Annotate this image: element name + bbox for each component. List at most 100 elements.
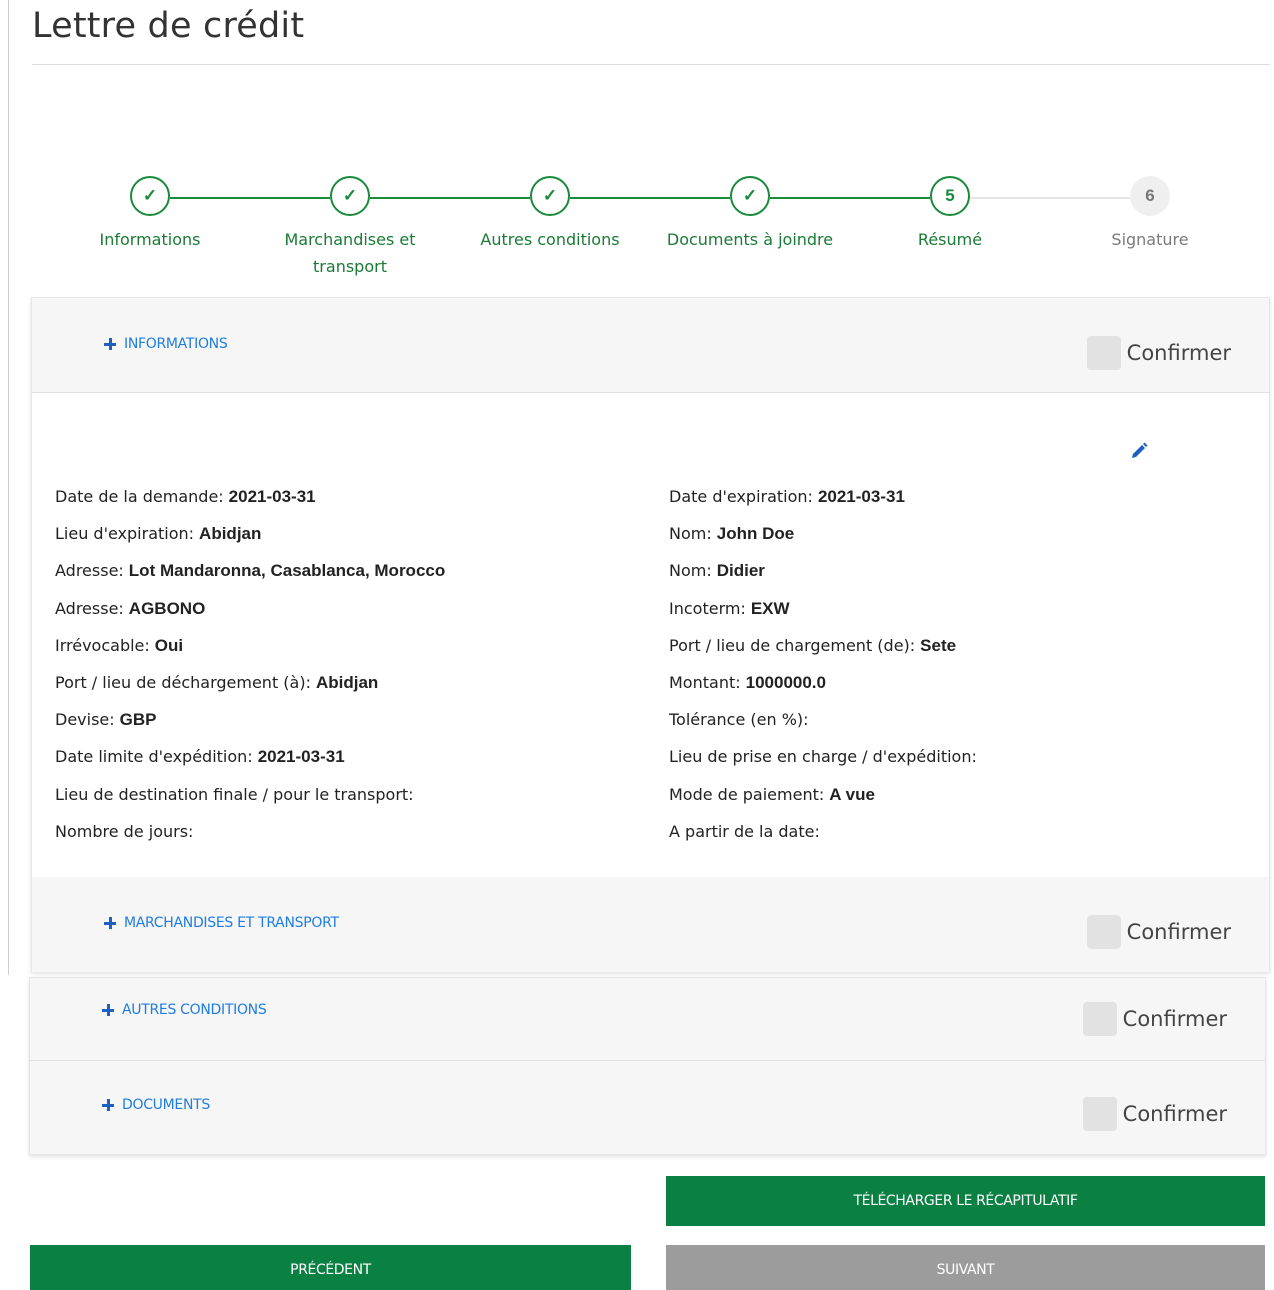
detail-row: Date de la demande: 2021-03-31 <box>55 487 445 524</box>
step-label: Documents à joindre <box>666 230 834 249</box>
step-resume[interactable]: 5 Résumé <box>850 176 1050 253</box>
plus-icon <box>102 1099 114 1111</box>
page-title: Lettre de crédit <box>32 6 305 46</box>
section-title: DOCUMENTS <box>122 1097 210 1113</box>
plus-icon <box>102 1004 114 1016</box>
detail-row: Nom: Didier <box>669 561 982 598</box>
download-summary-button[interactable]: TÉLÉCHARGER LE RÉCAPITULATIF <box>666 1176 1265 1226</box>
section-header-marchandises[interactable]: MARCHANDISES ET TRANSPORT Confirmer <box>32 877 1269 972</box>
detail-value: A vue <box>829 784 875 804</box>
section-header-autres[interactable]: AUTRES CONDITIONS Confirmer <box>30 978 1265 1061</box>
section-body-informations: Date de la demande: 2021-03-31 Lieu d'exp… <box>32 393 1269 877</box>
check-icon: ✓ <box>730 176 770 216</box>
detail-label: Date de la demande: <box>55 487 224 506</box>
detail-row: Irrévocable: Oui <box>55 636 445 673</box>
section-toggle-marchandises[interactable]: MARCHANDISES ET TRANSPORT <box>104 915 339 931</box>
confirm-checkbox-autres[interactable]: Confirmer <box>1082 1002 1227 1036</box>
detail-value: 1000000.0 <box>745 672 826 692</box>
title-divider <box>32 64 1270 65</box>
step-connector <box>170 197 330 199</box>
confirm-label: Confirmer <box>1122 1102 1227 1126</box>
detail-row: Date d'expiration: 2021-03-31 <box>669 487 982 524</box>
detail-value: Oui <box>154 635 184 655</box>
step-autres-conditions[interactable]: ✓ Autres conditions <box>450 176 650 253</box>
detail-value: 2021-03-31 <box>257 747 345 767</box>
section-toggle-informations[interactable]: INFORMATIONS <box>104 336 228 352</box>
step-connector <box>570 197 730 199</box>
checkbox[interactable] <box>1086 915 1121 949</box>
detail-label: Nom: <box>669 524 712 544</box>
detail-row: Montant: 1000000.0 <box>669 673 982 710</box>
detail-label: Port / lieu de déchargement (à): <box>55 672 311 692</box>
detail-value: Lot Mandaronna, Casablanca, Morocco <box>128 561 446 581</box>
section-toggle-documents[interactable]: DOCUMENTS <box>102 1097 210 1113</box>
detail-row: Lieu d'expiration: Abidjan <box>55 524 445 561</box>
detail-row: Lieu de prise en charge / d'expédition: <box>669 747 982 784</box>
detail-label: Nom: <box>669 561 712 581</box>
detail-label: A partir de la date: <box>669 821 820 841</box>
detail-value: Didier <box>716 561 765 581</box>
section-toggle-autres[interactable]: AUTRES CONDITIONS <box>102 1002 267 1018</box>
detail-row: Lieu de destination finale / pour le tra… <box>55 785 445 822</box>
pencil-icon[interactable] <box>1129 441 1149 461</box>
detail-label: Lieu de prise en charge / d'expédition: <box>669 747 977 767</box>
detail-value: Abidjan <box>199 524 262 544</box>
step-marchandises[interactable]: ✓ Marchandises et transport <box>250 176 450 280</box>
confirm-label: Confirmer <box>1126 341 1231 365</box>
detail-value: Abidjan <box>315 672 379 692</box>
check-icon: ✓ <box>530 176 570 216</box>
checkbox[interactable] <box>1082 1002 1117 1036</box>
confirm-label: Confirmer <box>1122 1007 1227 1031</box>
confirm-checkbox-informations[interactable]: Confirmer <box>1086 336 1231 370</box>
detail-label: Irrévocable: <box>55 635 150 655</box>
detail-row: Mode de paiement: A vue <box>669 785 982 822</box>
accordion-panel-other: AUTRES CONDITIONS Confirmer DOCUMENTS Co… <box>29 977 1266 1155</box>
checkbox[interactable] <box>1086 336 1121 370</box>
confirm-label: Confirmer <box>1126 920 1231 944</box>
checkbox[interactable] <box>1082 1097 1117 1131</box>
detail-label: Adresse: <box>55 598 124 618</box>
detail-label: Lieu de destination finale / pour le tra… <box>55 784 414 804</box>
detail-label: Adresse: <box>55 561 124 581</box>
detail-value: Sete <box>920 635 957 655</box>
detail-row: Adresse: Lot Mandaronna, Casablanca, Moro… <box>55 561 445 598</box>
next-button[interactable]: SUIVANT <box>666 1245 1265 1290</box>
detail-row: Tolérance (en %): <box>669 710 982 747</box>
detail-label: Port / lieu de chargement (de): <box>669 635 916 655</box>
detail-label: Lieu d'expiration: <box>55 524 195 544</box>
section-header-documents[interactable]: DOCUMENTS Confirmer <box>30 1061 1265 1154</box>
step-label: Informations <box>99 230 201 249</box>
details-right-column: Date d'expiration: 2021-03-31 Nom: John Do… <box>669 487 982 859</box>
step-informations[interactable]: ✓ Informations <box>50 176 250 253</box>
detail-value: John Doe <box>716 524 795 544</box>
step-label: Marchandises et transport <box>284 230 416 276</box>
section-title: INFORMATIONS <box>124 336 228 352</box>
left-border-line <box>8 0 9 975</box>
confirm-checkbox-documents[interactable]: Confirmer <box>1082 1097 1227 1131</box>
detail-value: GBP <box>119 710 157 730</box>
detail-label: Nombre de jours: <box>55 821 194 841</box>
detail-value: 2021-03-31 <box>817 487 905 506</box>
detail-row: Port / lieu de déchargement (à): Abidjan <box>55 673 445 710</box>
detail-value: EXW <box>750 598 790 618</box>
check-icon: ✓ <box>130 176 170 216</box>
detail-row: Nombre de jours: <box>55 822 445 859</box>
step-label: Résumé <box>917 230 983 249</box>
detail-row: Devise: GBP <box>55 710 445 747</box>
step-connector <box>370 197 530 199</box>
confirm-checkbox-marchandises[interactable]: Confirmer <box>1086 915 1231 949</box>
detail-label: Incoterm: <box>669 598 746 618</box>
step-signature[interactable]: 6 Signature <box>1050 176 1250 253</box>
detail-row: Date limite d'expédition: 2021-03-31 <box>55 747 445 784</box>
step-documents[interactable]: ✓ Documents à joindre <box>650 176 850 253</box>
section-title: MARCHANDISES ET TRANSPORT <box>124 915 339 931</box>
step-number: 6 <box>1130 176 1170 216</box>
detail-row: Incoterm: EXW <box>669 599 982 636</box>
plus-icon <box>104 338 116 350</box>
detail-label: Date d'expiration: <box>669 487 813 506</box>
step-label: Signature <box>1111 230 1189 249</box>
section-header-informations[interactable]: INFORMATIONS Confirmer <box>32 298 1269 393</box>
accordion-panel-informations: INFORMATIONS Confirmer Date de la demand… <box>31 297 1270 972</box>
previous-button[interactable]: PRÉCÉDENT <box>30 1245 631 1290</box>
step-connector <box>770 197 930 199</box>
